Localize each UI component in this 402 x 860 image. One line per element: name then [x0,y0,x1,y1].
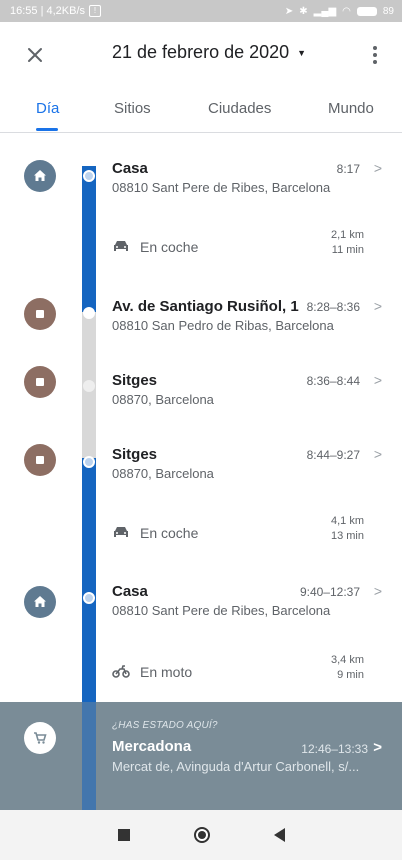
move-duration: 11 min [331,244,364,256]
tab-ciudades[interactable]: Ciudades [208,100,271,117]
place-address: 08870, Barcelona [112,466,214,481]
chevron-right-icon: > [373,298,382,314]
move-distance: 3,4 km [330,654,364,666]
date-selector[interactable]: 21 de febrero de 2020 ▼ [112,42,306,63]
back-button[interactable] [273,828,285,842]
bluetooth-icon: ✱ [299,5,308,17]
chevron-right-icon[interactable]: > [373,739,382,756]
place-icon [24,366,56,398]
move-distance: 2,1 km [330,229,364,241]
move-duration: 13 min [330,530,364,542]
move-duration: 9 min [337,669,364,681]
caret-down-icon: ▼ [297,47,307,58]
timeline-dot [83,592,95,604]
place-address: 08810 San Pedro de Ribas, Barcelona [112,318,334,333]
wifi-icon: ◠ [342,5,351,17]
place-time: 8:28–8:36 [306,300,360,314]
timeline-move-item[interactable]: En coche 4,1 km 13 min [112,514,364,554]
chevron-right-icon: > [373,160,382,176]
status-time: 16:55 | 4,2KB/s [10,5,86,17]
place-address: 08810 Sant Pere de Ribes, Barcelona [112,603,331,618]
timeline-dot [83,307,95,319]
timeline-move-item[interactable]: En moto 3,4 km 9 min [112,653,364,693]
suggestion-name: Mercadona [112,738,192,755]
place-time: 8:36–8:44 [306,374,360,388]
move-stats: 4,1 km 13 min [331,514,364,544]
timeline-place-item[interactable]: Sitges 08870, Barcelona 8:36–8:44 > [112,372,382,407]
suggestion-time: 12:46–13:33 [301,742,368,756]
timeline-place-item[interactable]: Casa 08810 Sant Pere de Ribes, Barcelona… [112,583,382,618]
chevron-right-icon: > [373,372,382,388]
location-icon: ➤ [284,5,294,17]
suggestion-question: ¿HAS ESTADO AQUÍ? [112,720,218,731]
timeline-dot [83,456,95,468]
place-time: 9:40–12:37 [299,585,360,599]
place-time: 8:17 [336,162,360,176]
motorcycle-icon [112,665,130,678]
car-icon [114,527,128,537]
move-stats: 3,4 km 9 min [331,653,364,683]
chevron-right-icon: > [373,583,382,599]
app-bar: 21 de febrero de 2020 ▼ [0,22,402,88]
timeline-dot [83,170,95,182]
chevron-right-icon: > [373,446,382,462]
status-bar: 16:55 | 4,2KB/s ! ➤ ✱ ▂▄▆ ◠ 89 [0,0,402,22]
home-icon [24,160,56,192]
timeline-place-item[interactable]: Sitges 08870, Barcelona 8:44–9:27 > [112,446,382,481]
more-options-icon[interactable] [370,44,380,66]
alert-icon: ! [89,5,102,17]
place-icon [24,444,56,476]
move-mode: En coche [140,525,199,541]
timeline-dot [83,380,95,392]
tab-bar: Día Sitios Ciudades Mundo [0,88,402,133]
suggestion-address: Mercat de, Avinguda d'Artur Carbonell, s… [112,759,360,774]
move-distance: 4,1 km [330,515,364,527]
place-address: 08870, Barcelona [112,392,214,407]
move-stats: 2,1 km 11 min [331,228,364,258]
tab-dia[interactable]: Día [36,100,59,117]
close-icon[interactable] [24,44,46,66]
place-address: 08810 Sant Pere de Ribes, Barcelona [112,180,331,195]
place-time: 8:44–9:27 [306,448,360,462]
signal-icon: ▂▄▆ [313,5,337,17]
cart-icon [24,722,56,754]
battery-level: 89 [382,5,394,17]
timeline-place-item[interactable]: Av. de Santiago Rusiñol, 1 08810 San Ped… [112,298,382,333]
suggestion-card[interactable]: ¿HAS ESTADO AQUÍ? Mercadona 12:46–13:33 … [0,702,402,810]
recents-button[interactable] [117,829,130,841]
tab-indicator [36,128,58,131]
timeline-segment-drive [82,702,96,810]
move-mode: En coche [140,239,199,255]
home-button[interactable] [193,827,210,843]
tab-mundo[interactable]: Mundo [328,100,374,117]
timeline-move-item[interactable]: En coche 2,1 km 11 min [112,228,364,268]
place-icon [24,298,56,330]
date-title: 21 de febrero de 2020 [112,42,290,62]
tab-sitios[interactable]: Sitios [114,100,151,117]
home-icon [24,586,56,618]
system-nav-bar [0,810,402,860]
battery-icon [356,6,377,16]
timeline-segment-drive [82,166,96,312]
timeline-place-item[interactable]: Casa 08810 Sant Pere de Ribes, Barcelona… [112,160,382,195]
car-icon [114,241,128,251]
move-mode: En moto [140,664,193,680]
